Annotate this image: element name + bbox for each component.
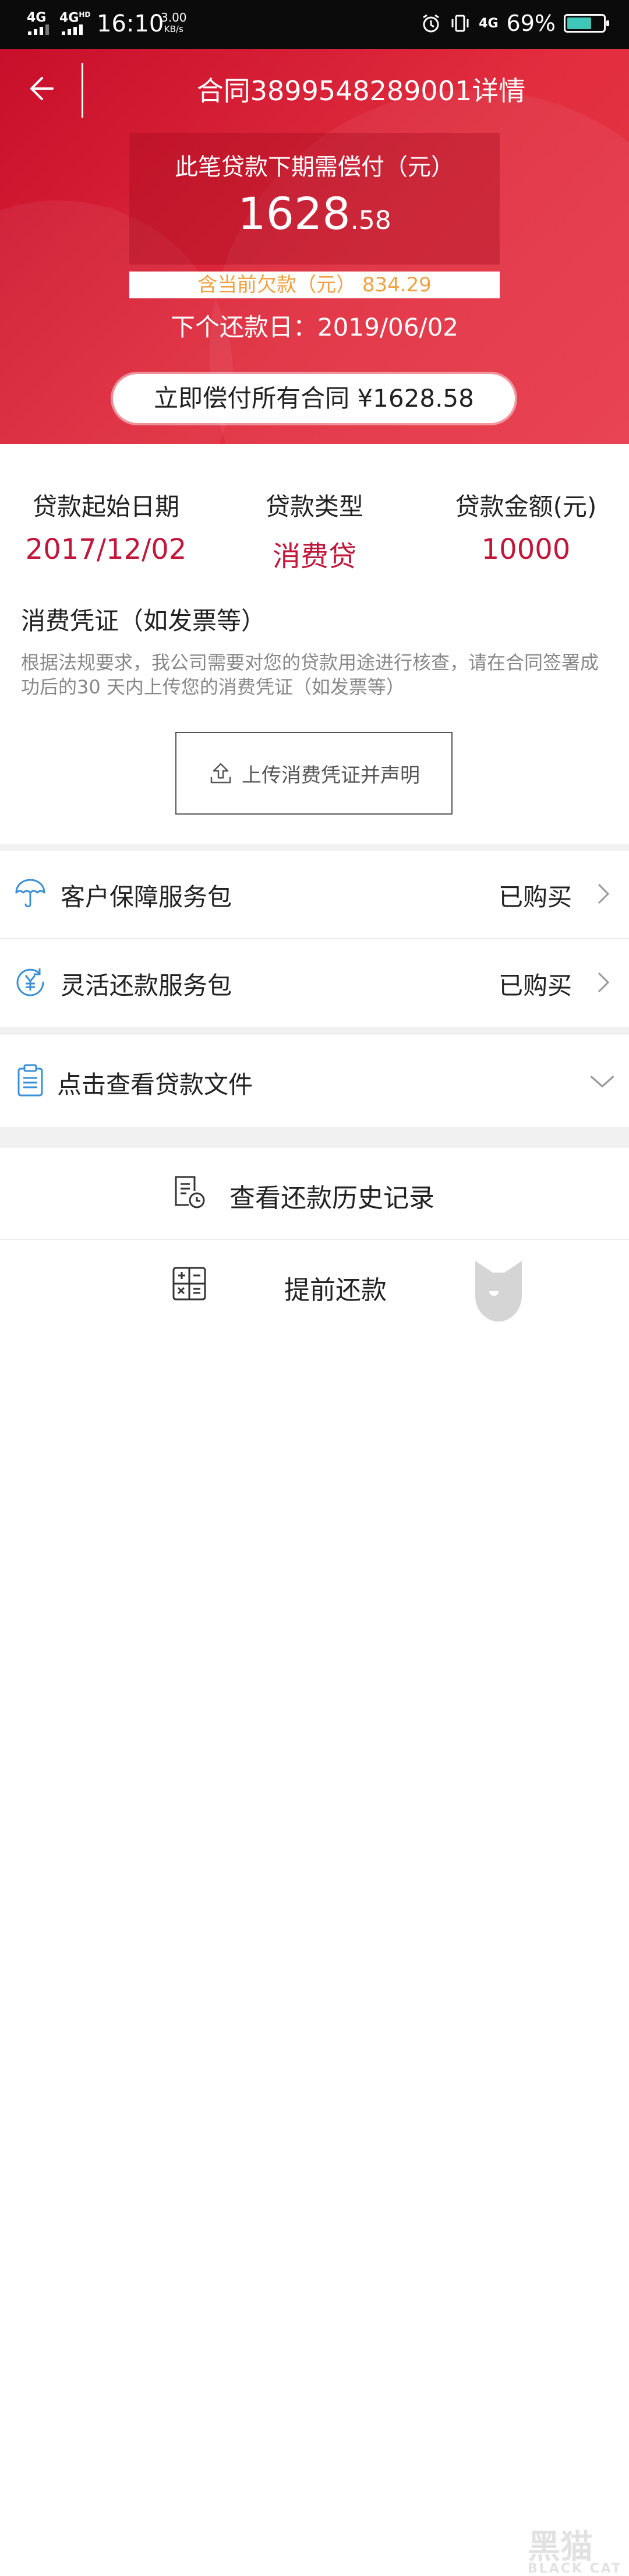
network-label: 4G (479, 16, 499, 31)
voucher-title: 消费凭证（如发票等） (21, 607, 266, 635)
chevron-right-icon (598, 972, 610, 993)
loan-type: 贷款类型 消费贷 (265, 492, 363, 573)
history-document-icon (175, 1176, 205, 1208)
chevron-down-icon (590, 1075, 614, 1088)
signal-label-2: 4GHD (59, 10, 91, 26)
upload-icon (210, 763, 231, 784)
status-bar: 4G 4GHD 16:10 3.00 KB/s 4G 69% (0, 0, 629, 49)
back-arrow-icon[interactable] (26, 71, 61, 106)
clipboard-icon (17, 1064, 43, 1097)
status-time: 16:10 (97, 10, 164, 37)
section-gap (0, 1027, 629, 1035)
next-due-box: 此笔贷款下期需偿付（元） 1628.58 (129, 133, 500, 265)
repayment-history-action[interactable]: 查看还款历史记录 (0, 1148, 629, 1239)
chevron-right-icon (598, 883, 610, 904)
yuan-refresh-icon (16, 968, 44, 996)
signal-label-1: 4G (27, 10, 47, 25)
next-payment-date: 下个还款日：2019/06/02 (170, 313, 459, 341)
signal-bars-1-icon (28, 24, 49, 35)
voucher-description: 根据法规要求，我公司需要对您的贷款用途进行核查，请在合同签署成功后的30 天内上… (21, 651, 599, 698)
alarm-icon (423, 14, 439, 33)
network-speed: 3.00 KB/s (161, 10, 187, 34)
header-divider (82, 63, 83, 118)
current-arrears: 含当前欠款（元） 834.29 (129, 272, 500, 298)
battery-icon (564, 14, 609, 33)
pay-all-contracts-button[interactable]: 立即偿付所有合同 ¥1628.58 (113, 374, 515, 423)
loan-start-date: 贷款起始日期 2017/12/02 (25, 492, 187, 566)
next-due-amount: 1628.58 (238, 188, 391, 239)
upload-voucher-label: 上传消费凭证并声明 (242, 763, 420, 787)
contract-header: 合同3899548289001详情 此笔贷款下期需偿付（元） 1628.58 含… (0, 49, 629, 444)
loan-documents-row[interactable]: 点击查看贷款文件 (0, 1035, 629, 1127)
umbrella-icon (15, 879, 45, 908)
next-due-label: 此笔贷款下期需偿付（元） (175, 154, 454, 181)
calculator-icon (172, 1267, 206, 1301)
status-right: 4G 69% (420, 10, 609, 36)
cat-logo-icon (475, 1261, 522, 1322)
section-gap (0, 1127, 629, 1148)
section-gap (0, 844, 629, 851)
vibrate-icon (451, 15, 469, 32)
signal-bars-2-icon (62, 24, 83, 35)
loan-amount: 贷款金额(元) 10000 (455, 492, 597, 566)
battery-percent: 69% (506, 10, 556, 36)
page-title: 合同3899548289001详情 (196, 75, 526, 107)
service-row-protection[interactable]: 客户保障服务包 已购买 (0, 851, 629, 938)
black-cat-watermark: 黑猫 BLACK CAT (469, 1259, 629, 2576)
upload-voucher-button[interactable]: 上传消费凭证并声明 (175, 732, 453, 815)
service-row-flexible-repayment[interactable]: 灵活还款服务包 已购买 (0, 939, 629, 1027)
